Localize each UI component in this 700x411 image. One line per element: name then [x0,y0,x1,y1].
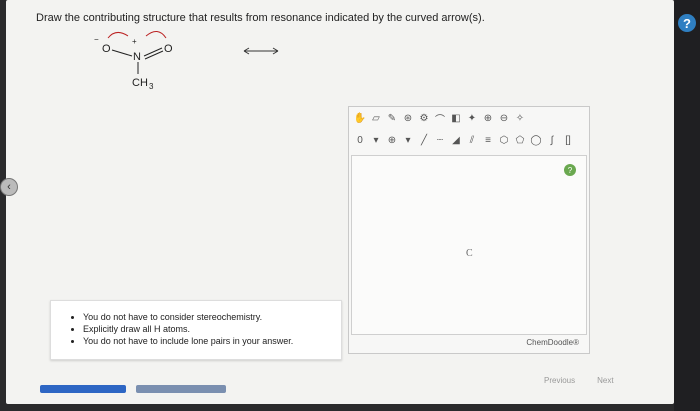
ring-shape-icon[interactable]: ◯ [529,133,543,147]
next-button[interactable]: Next [593,375,617,386]
pencil-icon[interactable]: ✎ [385,111,399,125]
ring-icon[interactable]: ⊛ [401,111,415,125]
drawing-canvas[interactable]: ? C [351,155,587,335]
charge-n: + [132,37,137,46]
benzene-icon[interactable]: ⬡ [497,133,511,147]
chem-editor[interactable]: ✋ ▱ ✎ ⊛ ⚙ ⌒ ◧ ✦ ⊕ ⊖ ✧ 0 ▾ ⊕ ▾ ╱ ┈ ◢ ⫽ ≡ … [348,106,590,354]
dotted-bond-icon[interactable]: ┈ [433,133,447,147]
chevron-down-icon: ▾ [405,134,411,146]
cycle-icon[interactable]: ⚙ [417,111,431,125]
editor-brand: ChemDoodle® [526,338,579,347]
retry-button[interactable] [136,385,226,393]
atom-n-center: N [133,51,141,63]
pager: Previous Next [540,375,618,386]
add-charge-icon[interactable]: ⊕ [385,133,399,147]
submit-answer-button[interactable] [40,385,126,393]
zoom-out-icon[interactable]: ⊖ [497,111,511,125]
instruction-item: Explicitly draw all H atoms. [83,323,341,335]
atom-o-right: O [164,43,173,55]
bracket-icon[interactable]: [] [561,133,575,147]
chevron-down-icon: ▾ [373,134,379,146]
double-bond-icon[interactable]: ⫽ [465,133,479,147]
lasso-icon[interactable]: ⌒ [433,111,447,126]
question-screen: Draw the contributing structure that res… [6,0,674,404]
charge-left: − [94,35,99,44]
wand-icon[interactable]: ✧ [513,111,527,125]
single-bond-icon[interactable]: ╱ [417,133,431,147]
triple-bond-icon[interactable]: ≡ [481,133,495,147]
molecule-structure: O − + N O CH 3 [94,31,173,91]
help-badge-icon[interactable]: ? [564,164,576,176]
clean-icon[interactable]: ✦ [465,111,479,125]
eraser-icon[interactable]: ▱ [369,111,383,125]
toolbar-row-2: 0 ▾ ⊕ ▾ ╱ ┈ ◢ ⫽ ≡ ⬡ ⬠ ◯ ∫ [] [349,129,589,151]
brand-mark: ® [573,338,579,347]
canvas-center-label: C [466,248,473,259]
question-text: Draw the contributing structure that res… [36,12,485,24]
methyl-subscript: 3 [149,82,154,91]
methyl-label: CH [132,77,148,89]
help-button[interactable]: ? [678,14,696,32]
instructions-box: You do not have to consider stereochemis… [50,300,342,360]
instruction-item: You do not have to consider stereochemis… [83,311,341,323]
resonance-arrow-icon [243,47,279,55]
back-arrow-icon[interactable]: ‹ [0,178,18,196]
cyclopentane-icon[interactable]: ⬠ [513,133,527,147]
wedge-bond-icon[interactable]: ◢ [449,133,463,147]
right-sidebar: ? [674,0,700,411]
charge-select[interactable]: 0 [353,133,367,147]
toolbar-row-1: ✋ ▱ ✎ ⊛ ⚙ ⌒ ◧ ✦ ⊕ ⊖ ✧ [349,107,589,129]
chain-icon[interactable]: ∫ [545,133,559,147]
zoom-in-icon[interactable]: ⊕ [481,111,495,125]
atom-o-left: O [102,43,111,55]
instructions-list: You do not have to consider stereochemis… [51,311,341,347]
template-icon[interactable]: ◧ [449,111,463,125]
hand-icon[interactable]: ✋ [353,111,367,125]
instruction-item: You do not have to include lone pairs in… [83,335,341,347]
previous-button[interactable]: Previous [540,375,579,386]
brand-name: ChemDoodle [526,338,574,347]
